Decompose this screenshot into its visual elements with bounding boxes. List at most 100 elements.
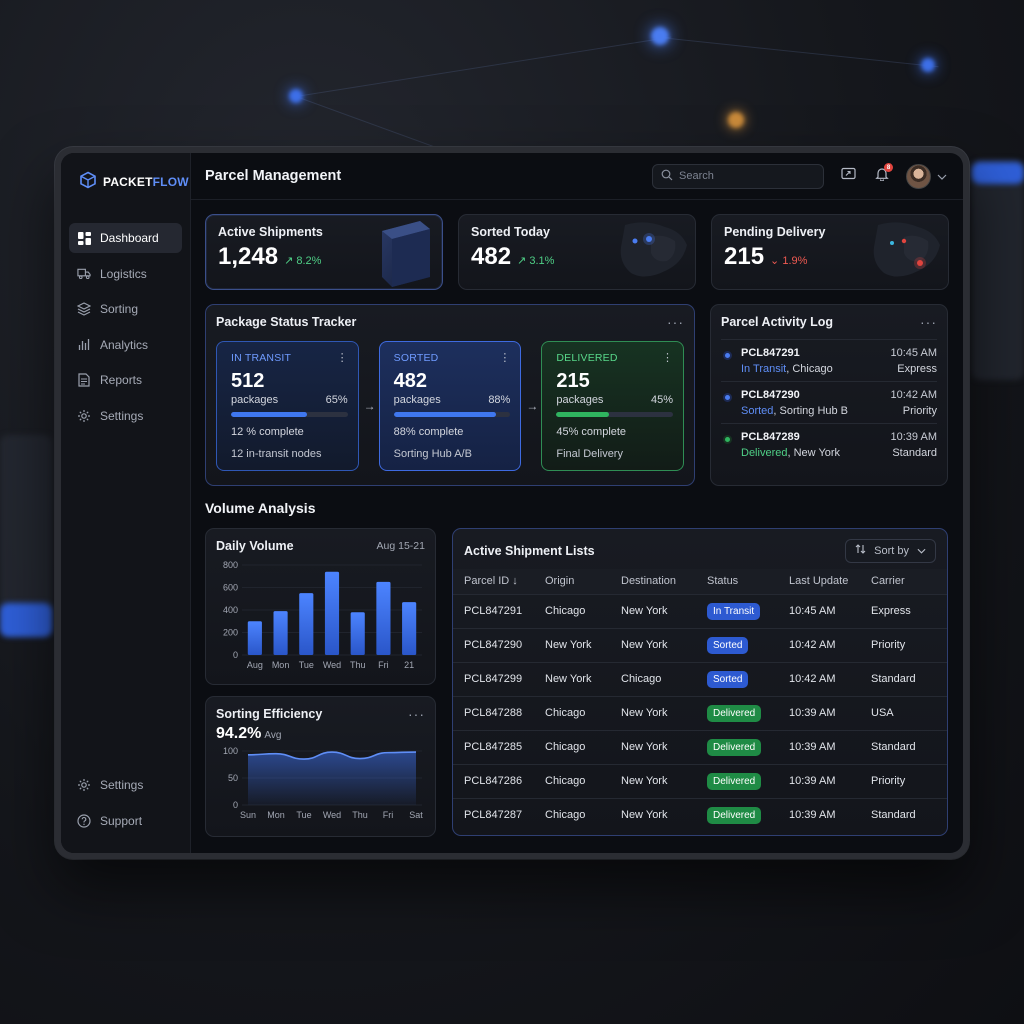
table-row[interactable]: PCL847288 Chicago New York Delivered 10:39 A… [453, 695, 947, 730]
activity-body: PCL847290 10:42 AM Sorted, Sorting Hub B… [741, 389, 937, 417]
stage-header: SORTED ⋮ [394, 352, 511, 364]
status-dot-icon [723, 351, 732, 360]
cell-origin: Chicago [534, 797, 610, 832]
card-header: Parcel Activity Log ··· [721, 315, 937, 329]
column-header-last-update[interactable]: Last Update [778, 569, 860, 594]
kebab-menu-icon[interactable]: ⋮ [337, 352, 348, 364]
cell-status: Delivered [696, 729, 778, 764]
stage-subline: packages 88% [394, 394, 511, 406]
y-tick-label: 800 [223, 560, 238, 570]
kebab-menu-icon[interactable]: ⋮ [662, 352, 673, 364]
app-screen: PACKETFLOW Dashboard Logistics Sorting A… [61, 153, 963, 853]
more-options-icon[interactable]: ··· [920, 315, 937, 329]
sidebar-item-analytics[interactable]: Analytics [69, 330, 182, 360]
column-header-origin[interactable]: Origin [534, 569, 610, 594]
x-tick-label: Sat [409, 810, 423, 820]
table-row[interactable]: PCL847287 Chicago New York Delivered 10:39 A… [453, 797, 947, 832]
cell-carrier: USA [860, 695, 947, 730]
screen-share-button[interactable] [838, 166, 858, 186]
sidebar-item-settings-bottom[interactable]: Settings [69, 770, 182, 800]
more-options-icon[interactable]: ··· [408, 707, 425, 721]
background-route-line [659, 37, 939, 68]
sidebar-item-logistics[interactable]: Logistics [69, 259, 182, 289]
cell-status: Delivered [696, 763, 778, 798]
sidebar-item-label: Support [100, 813, 143, 828]
active-shipment-list: Active Shipment Lists Sort by Parcel ID … [452, 528, 948, 836]
page-title: Parcel Management [205, 168, 342, 184]
activity-item[interactable]: PCL847291 10:45 AM In Transit, Chicago E… [721, 340, 937, 382]
section-title: Volume Analysis [205, 500, 316, 516]
card-header: Daily Volume Aug 15-21 [216, 539, 425, 553]
sorting-efficiency-chart: 0 50 100 Sun Mon Tue Wed Thu Fri Sat [223, 746, 423, 820]
bar [350, 612, 365, 655]
background-node [921, 58, 935, 72]
kpi-card-active-shipments[interactable]: Active Shipments 1,248 ↗ 8.2% [205, 214, 443, 290]
cell-last-update: 10:42 AM [778, 661, 860, 696]
x-tick-label: Wed [323, 660, 341, 670]
stage-complete-label: 45% complete [556, 426, 627, 438]
avatar [906, 163, 931, 189]
box-illustration [382, 221, 430, 287]
activity-item[interactable]: PCL847289 10:39 AM Delivered, New York S… [721, 424, 937, 465]
sort-button[interactable]: Sort by [845, 538, 936, 563]
bar [402, 602, 417, 655]
brand-logo[interactable]: PACKETFLOW [69, 171, 189, 191]
stage-card-sorted[interactable]: SORTED ⋮ 482 packages 88% 88% complete S… [378, 341, 522, 471]
activity-row: In Transit, Chicago Express [741, 363, 937, 375]
stage-card-in-transit[interactable]: IN TRANSIT ⋮ 512 packages 65% 12 % compl… [216, 341, 359, 471]
column-header-carrier[interactable]: Carrier [860, 569, 947, 594]
cell-carrier: Priority [860, 627, 947, 662]
cell-status: In Transit [696, 593, 778, 628]
column-header-parcel-id[interactable]: Parcel ID ↓ [453, 569, 534, 594]
cell-last-update: 10:42 AM [778, 627, 860, 662]
arrow-right-icon: → [526, 399, 539, 413]
stage-card-delivered[interactable]: DELIVERED ⋮ 215 packages 45% 45% complet… [541, 341, 685, 471]
column-header-status[interactable]: Status [696, 569, 778, 594]
status-badge: Delivered [707, 704, 762, 722]
document-icon [77, 373, 91, 387]
y-tick-label: 200 [223, 628, 238, 638]
stage-subline: packages 65% [231, 394, 348, 406]
brand-name-part2: FLOW [152, 175, 189, 189]
y-tick-label: 0 [233, 800, 238, 810]
map-illustration [620, 222, 687, 277]
help-circle-icon [77, 813, 91, 828]
more-options-icon[interactable]: ··· [667, 315, 684, 329]
activity-item[interactable]: PCL847290 10:42 AM Sorted, Sorting Hub B… [721, 382, 937, 424]
cell-last-update: 10:39 AM [778, 729, 860, 764]
stage-name: IN TRANSIT [231, 352, 292, 364]
progress-fill [231, 412, 307, 417]
sidebar-item-settings[interactable]: Settings [69, 401, 182, 431]
table-row[interactable]: PCL847285 Chicago New York Delivered 10:39 A… [453, 729, 947, 764]
cell-parcel-id: PCL847288 [453, 695, 534, 730]
gear-icon [77, 778, 91, 792]
cell-parcel-id: PCL847291 [453, 593, 534, 628]
background-node [289, 89, 303, 103]
card-title: Daily Volume [216, 539, 294, 553]
kpi-card-pending-delivery[interactable]: Pending Delivery 215 ⌄ 1.9% [711, 214, 949, 290]
search-input[interactable] [679, 170, 809, 182]
table-row[interactable]: PCL847286 Chicago New York Delivered 10:39 A… [453, 763, 947, 798]
sidebar-item-support[interactable]: Support [69, 806, 182, 836]
notifications-button[interactable]: 8 [872, 163, 893, 186]
kpi-card-sorted-today[interactable]: Sorted Today 482 ↗ 3.1% [458, 214, 696, 290]
user-menu[interactable] [906, 163, 947, 189]
kebab-menu-icon[interactable]: ⋮ [499, 352, 510, 364]
stage-unit: packages [231, 394, 279, 406]
search-box[interactable] [652, 163, 824, 189]
table-row[interactable]: PCL847291 Chicago New York In Transit 10:45 … [453, 593, 947, 628]
cell-origin: New York [534, 661, 610, 696]
sidebar-item-reports[interactable]: Reports [69, 365, 182, 395]
card-header: Active Shipment Lists Sort by [453, 529, 947, 569]
table-row[interactable]: PCL847299 New York Chicago Sorted 10:42 AM St… [453, 661, 947, 696]
stage-unit: packages [556, 394, 604, 406]
activity-status-line: In Transit, Chicago [741, 363, 833, 375]
table-row[interactable]: PCL847290 New York New York Sorted 10:42 AM P… [453, 627, 947, 662]
sidebar-item-sorting[interactable]: Sorting [69, 294, 182, 324]
table-header-row: Parcel ID ↓ Origin Destination Status La… [453, 569, 947, 594]
top-bar-actions: 8 [652, 163, 947, 189]
sidebar-item-dashboard[interactable]: Dashboard [69, 223, 182, 253]
column-header-destination[interactable]: Destination [610, 569, 696, 594]
sidebar: PACKETFLOW Dashboard Logistics Sorting A… [61, 153, 191, 853]
kpi-row: Active Shipments 1,248 ↗ 8.2% Sorted Tod… [205, 214, 949, 290]
